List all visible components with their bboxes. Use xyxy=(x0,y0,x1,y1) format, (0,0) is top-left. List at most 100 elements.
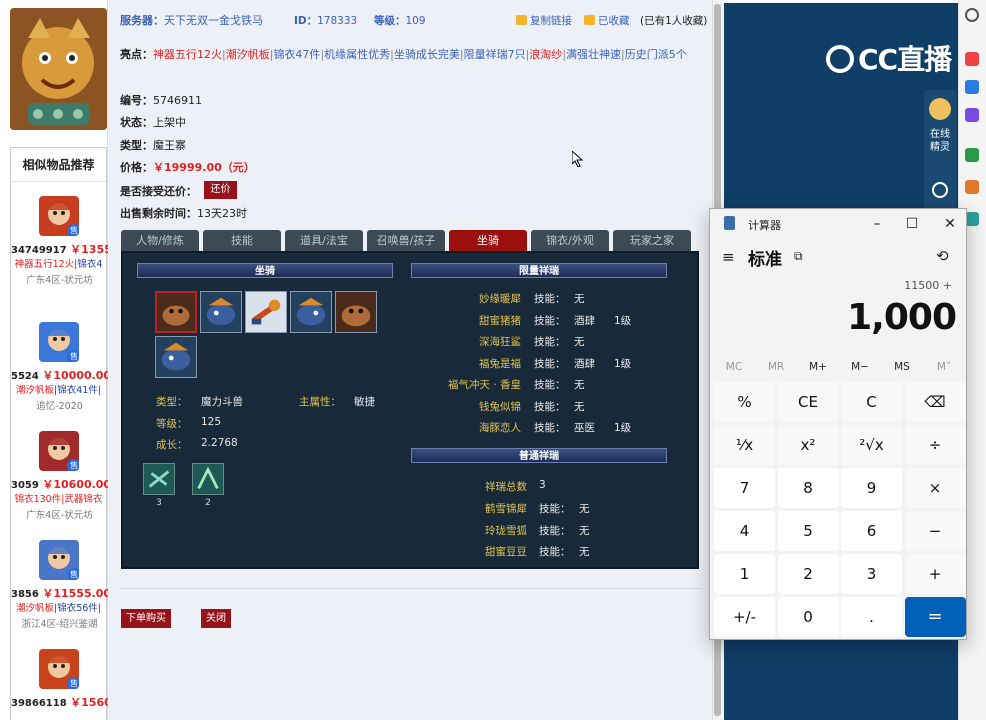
favorite-button[interactable]: 已收藏 xyxy=(584,13,630,28)
similar-item-line: 5524 ￥10000.00 xyxy=(11,367,111,383)
calc-key[interactable]: ⌫ xyxy=(904,382,966,422)
buy-button[interactable]: 下单购买 xyxy=(121,609,171,628)
memory-button[interactable]: M˅ xyxy=(924,361,964,373)
mount-skill-2[interactable] xyxy=(192,463,224,495)
server-info: 服务器：天下无双一金戈铁马 xyxy=(120,12,263,28)
extension-icon[interactable] xyxy=(965,180,979,194)
highlight-tag[interactable]: 潮汐帆板 xyxy=(226,48,270,61)
server-value: 天下无双一金戈铁马 xyxy=(164,14,263,27)
hamburger-menu-icon[interactable]: ≡ xyxy=(722,248,735,266)
limited-skill-label: 技能： xyxy=(534,379,566,391)
normal-skill-label: 技能： xyxy=(539,546,571,558)
favorite-count: (已有1人收藏) xyxy=(640,15,708,27)
calc-key[interactable]: x² xyxy=(777,425,839,465)
highlight-tag[interactable]: 神器五行12火 xyxy=(153,48,222,61)
mount-slot-5[interactable] xyxy=(335,291,377,333)
calculator-display: 1,000 xyxy=(847,297,957,338)
calc-key[interactable]: + xyxy=(904,554,966,594)
search-icon[interactable] xyxy=(965,8,979,22)
extension-icon[interactable] xyxy=(965,148,979,162)
highlight-tag[interactable]: 满强壮神速 xyxy=(566,48,621,61)
history-icon[interactable]: ⟲ xyxy=(936,247,949,265)
memory-button[interactable]: M+ xyxy=(798,361,838,373)
calc-key[interactable]: 7 xyxy=(714,468,775,508)
calc-key[interactable]: . xyxy=(841,597,902,637)
calc-key[interactable]: % xyxy=(714,382,775,422)
tab-7[interactable]: 玩家之家 xyxy=(613,230,691,252)
tab-5[interactable]: 坐骑 xyxy=(449,230,527,252)
close-button[interactable]: 关闭 xyxy=(201,609,231,628)
cc-live-logo-text: CC直播 xyxy=(858,43,952,76)
calc-key[interactable]: 5 xyxy=(777,511,839,551)
extension-icon[interactable] xyxy=(965,52,979,66)
favorited-label: 已收藏 xyxy=(598,15,630,27)
extension-icon[interactable] xyxy=(965,80,979,94)
highlight-tag[interactable]: 限量祥瑞7只 xyxy=(464,48,526,61)
calc-key[interactable]: ²√x xyxy=(841,425,902,465)
calc-key[interactable]: 4 xyxy=(714,511,775,551)
memory-button[interactable]: MS xyxy=(882,361,922,373)
limited-mount-name: 福兔是福 xyxy=(479,357,521,370)
mount-slot-6[interactable] xyxy=(155,336,197,378)
limited-skill-value: 酒肆 xyxy=(574,357,595,370)
tab-3[interactable]: 道具/法宝 xyxy=(285,230,363,252)
copy-icon xyxy=(516,15,527,25)
mount-slot-3[interactable] xyxy=(245,291,287,333)
detail-tabs: 人物/修炼 技能 道具/法宝 召唤兽/孩子 坐骑 锦衣/外观 玩家之家 xyxy=(121,230,699,252)
limited-skill-label: 技能： xyxy=(534,293,566,305)
calc-key[interactable]: 3 xyxy=(841,554,902,594)
maximize-button[interactable]: ☐ xyxy=(897,213,927,235)
calc-key[interactable]: 0 xyxy=(777,597,839,637)
similar-item-avatar: 售 xyxy=(39,540,79,580)
calc-key[interactable]: ÷ xyxy=(904,425,966,465)
sold-badge: 售 xyxy=(67,350,79,362)
counter-offer-button[interactable]: 还价 xyxy=(204,181,237,199)
tab-2[interactable]: 技能 xyxy=(203,230,281,252)
mount-slot-1[interactable] xyxy=(155,291,197,333)
extension-icon[interactable] xyxy=(965,212,979,226)
sold-badge: 售 xyxy=(67,224,79,236)
divider xyxy=(120,588,702,589)
calc-key[interactable]: × xyxy=(904,468,966,508)
highlight-tag[interactable]: 历史门派5个 xyxy=(625,48,687,61)
price-row: 价格：￥19999.00（元） xyxy=(120,159,255,175)
calc-key[interactable]: 1 xyxy=(714,554,775,594)
keep-on-top-icon[interactable]: ⧉ xyxy=(794,249,803,264)
calc-key[interactable]: = xyxy=(904,597,966,637)
calc-key[interactable]: CE xyxy=(777,382,839,422)
similar-item-price: ￥11555.00 xyxy=(42,587,112,600)
minimize-button[interactable]: – xyxy=(862,213,892,235)
highlight-tag[interactable]: 坐骑成长完美 xyxy=(394,48,460,61)
limited-skill-level: 1级 xyxy=(614,314,632,327)
calc-key[interactable]: 8 xyxy=(777,468,839,508)
extension-icon[interactable] xyxy=(965,108,979,122)
close-window-button[interactable]: ✕ xyxy=(935,213,965,235)
limited-skill-label: 技能： xyxy=(534,357,566,370)
copy-link-button[interactable]: 复制链接 xyxy=(516,13,572,28)
tab-4[interactable]: 召唤兽/孩子 xyxy=(367,230,445,252)
calc-key[interactable]: 2 xyxy=(777,554,839,594)
star-icon xyxy=(584,15,595,25)
memory-button[interactable]: M− xyxy=(840,361,880,373)
type-label: 类型： xyxy=(120,139,153,152)
calc-key[interactable]: 6 xyxy=(841,511,902,551)
calc-key[interactable]: − xyxy=(904,511,966,551)
highlight-tag[interactable]: 机缘属性优秀 xyxy=(324,48,390,61)
mount-skill-1[interactable] xyxy=(143,463,175,495)
similar-item-server: 浙江4区-绍兴鉴湖 xyxy=(21,619,98,630)
tab-1[interactable]: 人物/修炼 xyxy=(121,230,199,252)
calc-key[interactable]: +/- xyxy=(714,597,775,637)
tab-6[interactable]: 锦衣/外观 xyxy=(531,230,609,252)
memory-button[interactable]: MR xyxy=(756,361,796,373)
level-info: 等级：109 xyxy=(374,13,426,28)
online-helper-widget[interactable]: 在线精灵 xyxy=(924,90,956,215)
mount-slot-2[interactable] xyxy=(200,291,242,333)
calc-key[interactable]: C xyxy=(841,382,902,422)
highlight-tag[interactable]: 锦衣47件 xyxy=(273,48,320,61)
memory-button[interactable]: MC xyxy=(714,361,754,373)
time-value: 13天23时 xyxy=(197,207,247,220)
mount-slot-4[interactable] xyxy=(290,291,332,333)
calc-key[interactable]: 9 xyxy=(841,468,902,508)
highlight-tag[interactable]: 浪淘纱 xyxy=(529,48,562,61)
calc-key[interactable]: ¹⁄x xyxy=(714,425,775,465)
